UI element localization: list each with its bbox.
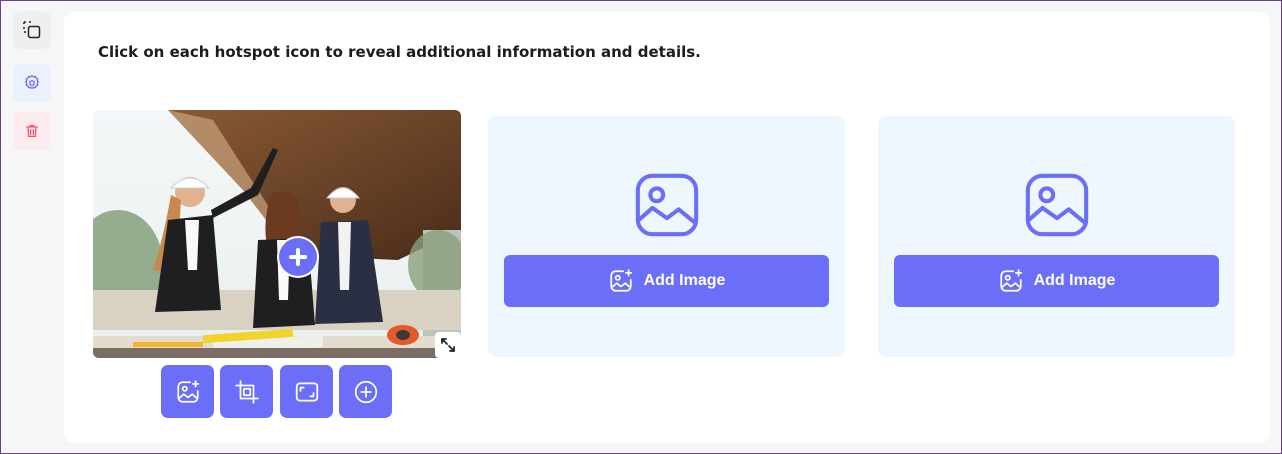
- plus-icon: [289, 248, 307, 266]
- image-placeholder-icon: [1025, 173, 1089, 237]
- add-image-button[interactable]: Add Image: [894, 255, 1219, 307]
- image-slot-2: Add Image: [488, 116, 845, 357]
- image-placeholder-icon: [635, 173, 699, 237]
- image-generate-button[interactable]: [161, 365, 214, 418]
- construction-photo: [93, 110, 461, 358]
- add-image-label: Add Image: [1033, 272, 1116, 289]
- aspect-ratio-icon: [295, 381, 318, 402]
- add-image-label: Add Image: [643, 272, 726, 289]
- copy-button[interactable]: [13, 11, 51, 49]
- image-slot-3: Add Image: [878, 116, 1235, 357]
- expand-button[interactable]: [435, 332, 461, 358]
- add-image-icon: [999, 269, 1022, 292]
- add-image-icon: [609, 269, 632, 292]
- settings-button[interactable]: [13, 64, 51, 102]
- crop-icon: [234, 379, 259, 404]
- copy-icon: [23, 21, 41, 39]
- plus-circle-icon: [354, 380, 377, 403]
- delete-button[interactable]: [13, 112, 51, 150]
- hotspot-marker[interactable]: [279, 238, 317, 276]
- instruction-text: Click on each hotspot icon to reveal add…: [98, 43, 701, 61]
- add-hotspot-button[interactable]: [339, 365, 392, 418]
- trash-icon: [26, 125, 38, 137]
- hotspot-image[interactable]: [93, 110, 461, 358]
- crop-button[interactable]: [220, 365, 273, 418]
- gear-icon: [25, 75, 39, 89]
- aspect-ratio-button[interactable]: [280, 365, 333, 418]
- expand-icon: [441, 338, 455, 352]
- add-image-button[interactable]: Add Image: [504, 255, 829, 307]
- image-sparkle-icon: [176, 379, 199, 403]
